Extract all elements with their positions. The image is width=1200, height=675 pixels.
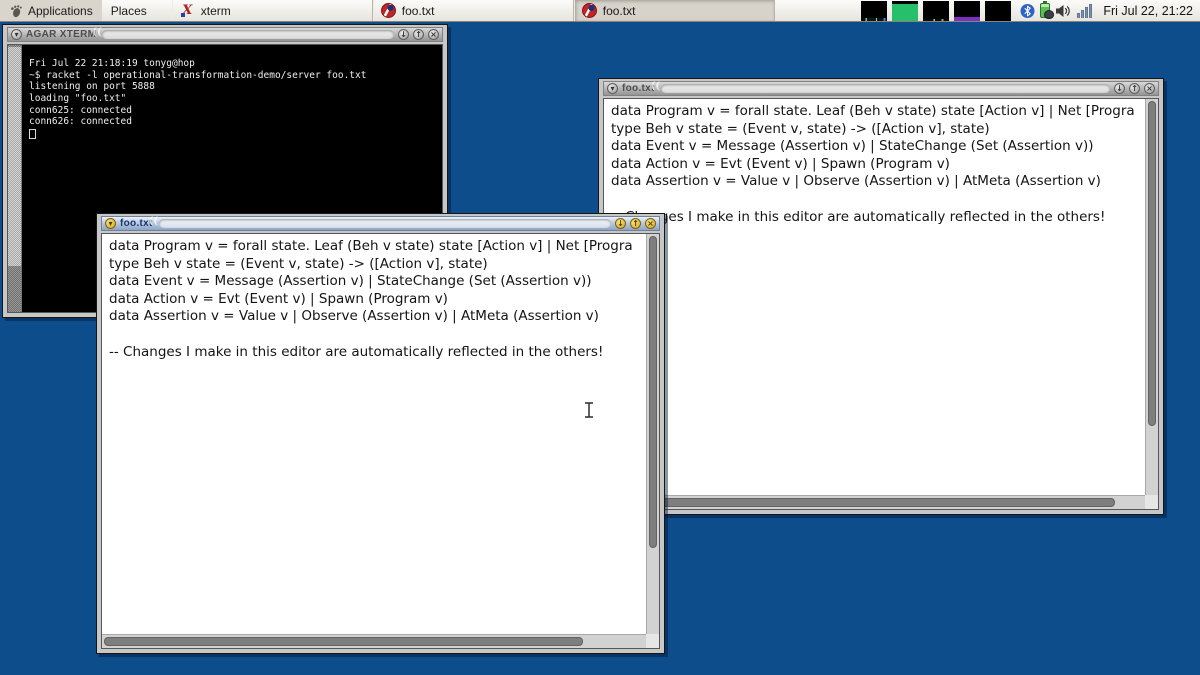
horizontal-scrollbar[interactable] xyxy=(102,634,646,648)
editor-line xyxy=(109,326,645,344)
maximize-button[interactable]: ↑ xyxy=(1129,83,1140,94)
terminal-line: conn626: connected xyxy=(29,116,441,128)
titlebar-drag-area[interactable] xyxy=(102,30,394,39)
terminal-line: ~$ racket -l operational-transformation-… xyxy=(29,70,441,82)
window-menu-button[interactable]: ▾ xyxy=(105,218,116,229)
editor-line: -- Changes I make in this editor are aut… xyxy=(611,209,1144,227)
xterm-titlebar[interactable]: ▾ AGAR XTERM ↓ ↑ × xyxy=(7,27,443,42)
vertical-scrollbar[interactable] xyxy=(1145,99,1158,495)
window-menu-button[interactable]: ▾ xyxy=(11,29,22,40)
editor-line: data Event v = Message (Assertion v) | S… xyxy=(109,273,645,291)
horizontal-scrollbar-thumb[interactable] xyxy=(606,498,1115,507)
terminal-cursor xyxy=(29,129,36,139)
editor-line: data Assertion v = Value v | Observe (As… xyxy=(611,173,1144,191)
editor-line: type Beh v state = (Event v, state) -> (… xyxy=(611,121,1144,139)
editor-content: data Program v = forall state. Leaf (Beh… xyxy=(101,233,660,649)
editor-titlebar[interactable]: ▾ foo.txt ↓ ↑ × xyxy=(603,81,1159,96)
minimize-button[interactable]: ↓ xyxy=(1114,83,1125,94)
editor-content: data Program v = forall state. Leaf (Beh… xyxy=(603,98,1159,510)
panel-right-applets: Fri Jul 22, 21:22 xyxy=(861,0,1200,21)
titlebar-drag-area[interactable] xyxy=(661,84,1110,93)
text-editor-area[interactable]: data Program v = forall state. Leaf (Beh… xyxy=(102,234,646,634)
terminal-line: Fri Jul 22 21:18:19 tonyg@hop xyxy=(29,58,441,70)
clock-applet[interactable]: Fri Jul 22, 21:22 xyxy=(1103,4,1193,18)
scrollbar-corner xyxy=(1145,495,1158,509)
volume-icon[interactable] xyxy=(1055,3,1072,19)
horizontal-scrollbar-thumb[interactable] xyxy=(104,637,583,646)
terminal-scrollbar[interactable] xyxy=(8,45,22,312)
monitor-memory[interactable] xyxy=(892,1,918,21)
horizontal-scrollbar[interactable] xyxy=(604,495,1145,509)
editor-line: data Program v = forall state. Leaf (Beh… xyxy=(611,103,1144,121)
racket-icon xyxy=(381,3,396,18)
window-menu-button[interactable]: ▾ xyxy=(607,83,618,94)
terminal-line: loading "foo.txt" xyxy=(29,93,441,105)
maximize-button[interactable]: ↑ xyxy=(413,29,424,40)
close-button[interactable]: × xyxy=(428,29,439,40)
vertical-scrollbar-thumb[interactable] xyxy=(1148,101,1156,426)
places-menu-label: Places xyxy=(111,4,147,18)
battery-icon[interactable] xyxy=(1040,3,1050,18)
editor-line: type Beh v state = (Event v, state) -> (… xyxy=(109,256,645,274)
bluetooth-icon[interactable] xyxy=(1020,3,1035,19)
editor-line: data Program v = forall state. Leaf (Beh… xyxy=(109,238,645,256)
titlebar-drag-area[interactable] xyxy=(159,219,611,228)
editor-line: data Event v = Message (Assertion v) | S… xyxy=(611,138,1144,156)
task-label: foo.txt xyxy=(402,4,435,18)
task-button-footxt-2[interactable]: foo.txt xyxy=(574,0,775,21)
system-tray xyxy=(1020,3,1092,19)
close-button[interactable]: × xyxy=(645,218,656,229)
editor-line xyxy=(611,191,1144,209)
editor-window-front: ▾ foo.txt ↓ ↑ × data Program v = forall … xyxy=(96,213,665,654)
xterm-icon: X xyxy=(180,3,195,18)
task-label: xterm xyxy=(201,4,231,18)
terminal-scrollbar-thumb[interactable] xyxy=(8,47,21,266)
editor-line: data Assertion v = Value v | Observe (As… xyxy=(109,308,645,326)
racket-icon xyxy=(582,3,597,18)
places-menu[interactable]: Places xyxy=(102,0,156,21)
editor-titlebar[interactable]: ▾ foo.txt ↓ ↑ × xyxy=(101,216,660,231)
window-title: AGAR XTERM xyxy=(26,29,96,40)
maximize-button[interactable]: ↑ xyxy=(630,218,641,229)
vertical-scrollbar-thumb[interactable] xyxy=(649,236,657,548)
monitor-network[interactable] xyxy=(923,1,949,21)
applications-menu[interactable]: Applications xyxy=(0,0,102,21)
task-label: foo.txt xyxy=(603,4,636,18)
editor-line: data Action v = Evt (Event v) | Spawn (P… xyxy=(109,291,645,309)
monitor-load[interactable] xyxy=(985,1,1011,21)
terminal-line: listening on port 5888 xyxy=(29,81,441,93)
top-panel: Applications Places X xterm foo.txt foo.… xyxy=(0,0,1200,22)
signal-strength-icon[interactable] xyxy=(1077,3,1092,18)
text-editor-area[interactable]: data Program v = forall state. Leaf (Beh… xyxy=(604,99,1145,495)
terminal-line: conn625: connected xyxy=(29,105,441,117)
scrollbar-corner xyxy=(646,634,659,648)
monitor-cpu[interactable] xyxy=(861,1,887,21)
editor-line: -- Changes I make in this editor are aut… xyxy=(109,344,645,362)
gnome-foot-icon xyxy=(9,4,23,18)
vertical-scrollbar[interactable] xyxy=(646,234,659,634)
task-button-footxt-1[interactable]: foo.txt xyxy=(373,0,574,21)
editor-window-back: ▾ foo.txt ↓ ↑ × data Program v = forall … xyxy=(598,78,1164,515)
editor-line: data Action v = Evt (Event v) | Spawn (P… xyxy=(611,156,1144,174)
close-button[interactable]: × xyxy=(1144,83,1155,94)
monitor-swap[interactable] xyxy=(954,1,980,21)
task-button-xterm[interactable]: X xterm xyxy=(172,0,373,21)
minimize-button[interactable]: ↓ xyxy=(398,29,409,40)
applications-menu-label: Applications xyxy=(28,4,93,18)
window-list: X xterm foo.txt foo.txt xyxy=(172,0,775,21)
minimize-button[interactable]: ↓ xyxy=(615,218,626,229)
